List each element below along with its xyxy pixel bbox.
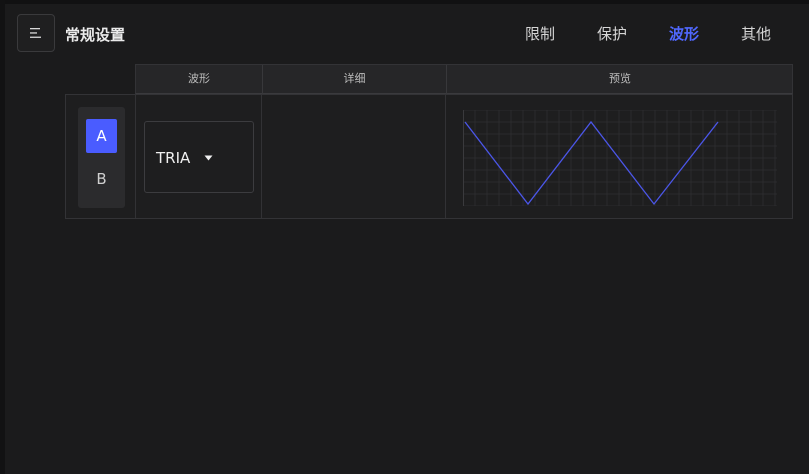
waveform-preview [463,110,777,206]
channel-b-button[interactable]: B [86,162,117,196]
column-header-waveform: 波形 [188,72,210,85]
column-header-preview: 预览 [609,72,631,85]
channel-selector: A B [78,107,125,208]
window-left-border [0,0,5,474]
column-divider [135,95,136,218]
tab-protection[interactable]: 保护 [597,23,627,44]
channel-a-button[interactable]: A [86,119,117,153]
tab-other[interactable]: 其他 [741,23,771,44]
column-divider [445,95,446,218]
caret-down-icon [204,155,213,161]
tab-limit[interactable]: 限制 [525,23,555,44]
tab-waveform[interactable]: 波形 [669,23,699,44]
tab-bar: 限制 保护 波形 其他 [0,23,809,45]
waveform-select[interactable]: TRIA [144,121,254,193]
column-divider [261,95,262,218]
column-header-details: 详细 [343,72,366,85]
waveform-select-value: TRIA [156,149,191,167]
table-header: 波形 详细 预览 [135,64,793,94]
table-row: A B TRIA [65,94,793,219]
window-top-border [0,0,809,4]
